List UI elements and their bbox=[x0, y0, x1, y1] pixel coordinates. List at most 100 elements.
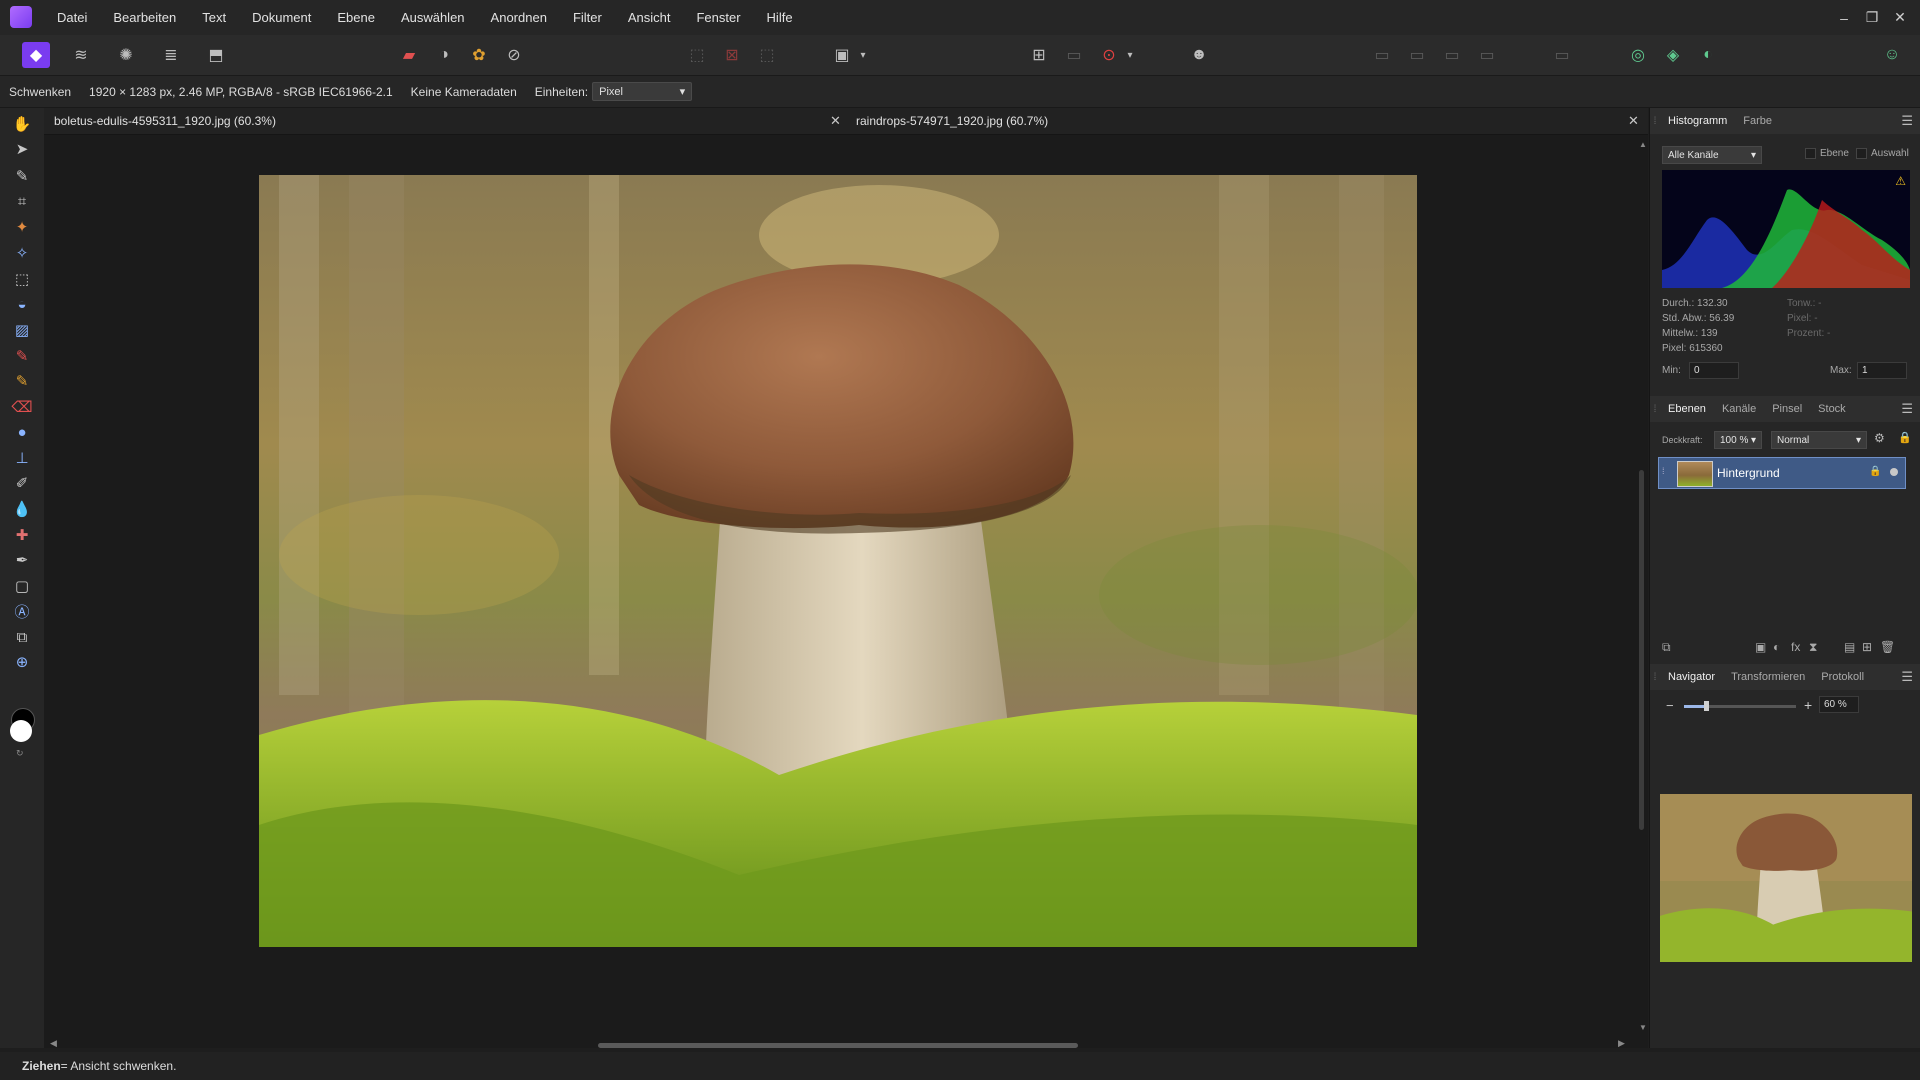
units-dropdown[interactable]: Pixel ▾ bbox=[592, 82, 693, 101]
hand-tool-icon[interactable]: ✋ bbox=[9, 113, 35, 135]
close-tab-icon[interactable]: ✕ bbox=[1628, 108, 1639, 134]
trash-icon[interactable]: 🗑 bbox=[1880, 640, 1895, 654]
boolean-subtract-icon[interactable]: ◈ bbox=[1659, 42, 1687, 68]
menu-dokument[interactable]: Dokument bbox=[239, 10, 324, 25]
zoom-tool-icon[interactable]: ⊕ bbox=[9, 651, 35, 673]
layer-row-hintergrund[interactable]: ⁞ Hintergrund 🔒 bbox=[1658, 457, 1906, 489]
horizontal-scrollbar[interactable]: ◀ ▶ bbox=[50, 1038, 1630, 1052]
drag-handle-icon[interactable]: ⁞ bbox=[1662, 466, 1665, 476]
layer-checkbox[interactable]: Ebene bbox=[1805, 148, 1849, 159]
lock-icon[interactable]: 🔒 bbox=[1869, 466, 1881, 477]
close-button[interactable]: ✕ bbox=[1886, 9, 1914, 26]
tone-mapping-persona-icon[interactable]: ≣ bbox=[157, 42, 185, 68]
auto-white-balance-icon[interactable]: ⊘ bbox=[500, 42, 528, 68]
mesh-warp-icon[interactable]: ⧉ bbox=[9, 626, 35, 648]
menu-auswaehlen[interactable]: Auswählen bbox=[388, 10, 478, 25]
new-layer-icon[interactable]: ⊞ bbox=[1862, 640, 1872, 654]
minimize-button[interactable]: – bbox=[1830, 10, 1858, 26]
folder-icon[interactable]: ▤ bbox=[1844, 640, 1855, 654]
magnet-icon[interactable]: ⊙ bbox=[1095, 42, 1123, 68]
tab-farbe[interactable]: Farbe bbox=[1735, 115, 1780, 127]
export-persona-icon[interactable]: ⬒ bbox=[202, 42, 230, 68]
arrange-forward-icon[interactable]: ▭ bbox=[1438, 42, 1466, 68]
navigator-preview[interactable] bbox=[1660, 794, 1912, 962]
horizontal-scroll-thumb[interactable] bbox=[598, 1043, 1078, 1048]
move-tool-icon[interactable]: ➤ bbox=[9, 138, 35, 160]
crop-tool-icon[interactable]: ⌗ bbox=[9, 190, 35, 212]
selection-brush-icon[interactable]: ✦ bbox=[9, 216, 35, 238]
flood-fill-icon[interactable]: ◒ bbox=[9, 293, 35, 315]
tab-ebenen[interactable]: Ebenen bbox=[1660, 403, 1714, 415]
selection-checkbox[interactable]: Auswahl bbox=[1856, 148, 1909, 159]
primary-colour-swatch[interactable] bbox=[10, 720, 32, 742]
min-field[interactable]: 0 bbox=[1689, 362, 1739, 379]
zoom-out-icon[interactable]: − bbox=[1666, 698, 1674, 713]
sharpen-tool-icon[interactable]: 💧 bbox=[9, 498, 35, 520]
panel-grip-icon[interactable]: ⁞ bbox=[1650, 672, 1660, 683]
menu-datei[interactable]: Datei bbox=[44, 10, 100, 25]
checkbox-icon[interactable] bbox=[1856, 148, 1867, 159]
tab-kanaele[interactable]: Kanäle bbox=[1714, 403, 1764, 415]
user-account-icon[interactable]: ☺ bbox=[1878, 42, 1906, 68]
assistant-icon[interactable]: ☻ bbox=[1185, 42, 1213, 68]
panel-menu-icon[interactable]: ☰ bbox=[1901, 401, 1913, 417]
group-icon[interactable]: ▭ bbox=[1548, 42, 1576, 68]
gear-icon[interactable]: ⚙ bbox=[1874, 431, 1885, 445]
zoom-field[interactable]: 60 % bbox=[1819, 696, 1859, 713]
panel-grip-icon[interactable]: ⁞ bbox=[1650, 116, 1660, 127]
canvas-image[interactable] bbox=[259, 175, 1417, 947]
max-field[interactable]: 1 bbox=[1857, 362, 1907, 379]
text-tool-icon[interactable]: Ⓐ bbox=[9, 600, 35, 622]
checkbox-icon[interactable] bbox=[1805, 148, 1816, 159]
menu-anordnen[interactable]: Anordnen bbox=[478, 10, 560, 25]
dodge-tool-icon[interactable]: ● bbox=[9, 421, 35, 443]
arrange-back-icon[interactable]: ▭ bbox=[1368, 42, 1396, 68]
auto-contrast-icon[interactable]: ◑ bbox=[430, 42, 458, 68]
tab-raindrops[interactable]: raindrops-574971_1920.jpg (60.7%) bbox=[856, 108, 1048, 134]
auto-colour-icon[interactable]: ✿ bbox=[465, 42, 493, 68]
scroll-left-icon[interactable]: ◀ bbox=[50, 1038, 57, 1049]
zoom-slider-thumb[interactable] bbox=[1704, 701, 1710, 711]
adjustment-icon[interactable]: ◐ bbox=[1773, 640, 1780, 654]
mask-icon[interactable]: ▣ bbox=[1755, 640, 1766, 654]
flood-select-icon[interactable]: ✧ bbox=[9, 242, 35, 264]
scroll-up-icon[interactable]: ▲ bbox=[1639, 140, 1647, 149]
chevron-down-icon[interactable]: ▾ bbox=[856, 42, 870, 68]
blend-mode-dropdown[interactable]: Normal ▾ bbox=[1771, 431, 1867, 449]
healing-brush-icon[interactable]: ✚ bbox=[9, 524, 35, 546]
quick-mask-icon[interactable]: ▣ bbox=[828, 42, 856, 68]
tab-protokoll[interactable]: Protokoll bbox=[1813, 671, 1872, 683]
menu-text[interactable]: Text bbox=[189, 10, 239, 25]
maximize-button[interactable]: ❐ bbox=[1858, 9, 1886, 26]
color-picker-icon[interactable]: ✎ bbox=[9, 165, 35, 187]
close-tab-icon[interactable]: ✕ bbox=[830, 108, 841, 134]
tab-stock[interactable]: Stock bbox=[1810, 403, 1854, 415]
panel-menu-icon[interactable]: ☰ bbox=[1901, 669, 1913, 685]
menu-hilfe[interactable]: Hilfe bbox=[754, 10, 806, 25]
gradient-tool-icon[interactable]: ▨ bbox=[9, 319, 35, 341]
menu-filter[interactable]: Filter bbox=[560, 10, 615, 25]
menu-ebene[interactable]: Ebene bbox=[324, 10, 388, 25]
menu-fenster[interactable]: Fenster bbox=[683, 10, 753, 25]
fx-icon[interactable]: fx bbox=[1791, 640, 1800, 654]
develop-persona-icon[interactable]: ✺ bbox=[112, 42, 140, 68]
swap-colours-icon[interactable]: ↻ bbox=[16, 748, 24, 759]
chevron-down-icon[interactable]: ▾ bbox=[1123, 42, 1137, 68]
tab-navigator[interactable]: Navigator bbox=[1660, 671, 1723, 683]
arrange-backward-icon[interactable]: ▭ bbox=[1403, 42, 1431, 68]
levels-icon[interactable]: ▰ bbox=[395, 42, 423, 68]
visibility-dot-icon[interactable] bbox=[1890, 468, 1898, 476]
deselect-icon[interactable]: ⊠ bbox=[718, 42, 746, 68]
menu-ansicht[interactable]: Ansicht bbox=[615, 10, 684, 25]
clone-tool-icon[interactable]: ⊥ bbox=[9, 447, 35, 469]
marquee-tool-icon[interactable]: ⬚ bbox=[9, 268, 35, 290]
boolean-intersect-icon[interactable]: ◐ bbox=[1694, 42, 1722, 68]
scroll-down-icon[interactable]: ▼ bbox=[1639, 1023, 1647, 1032]
lock-icon[interactable]: 🔒 bbox=[1898, 431, 1912, 444]
colour-swatches[interactable] bbox=[10, 708, 36, 742]
tab-transformieren[interactable]: Transformieren bbox=[1723, 671, 1813, 683]
photo-persona-icon[interactable]: ◆ bbox=[22, 42, 50, 68]
select-all-icon[interactable]: ⬚ bbox=[683, 42, 711, 68]
vertical-scroll-thumb[interactable] bbox=[1639, 470, 1644, 830]
menu-bearbeiten[interactable]: Bearbeiten bbox=[100, 10, 189, 25]
